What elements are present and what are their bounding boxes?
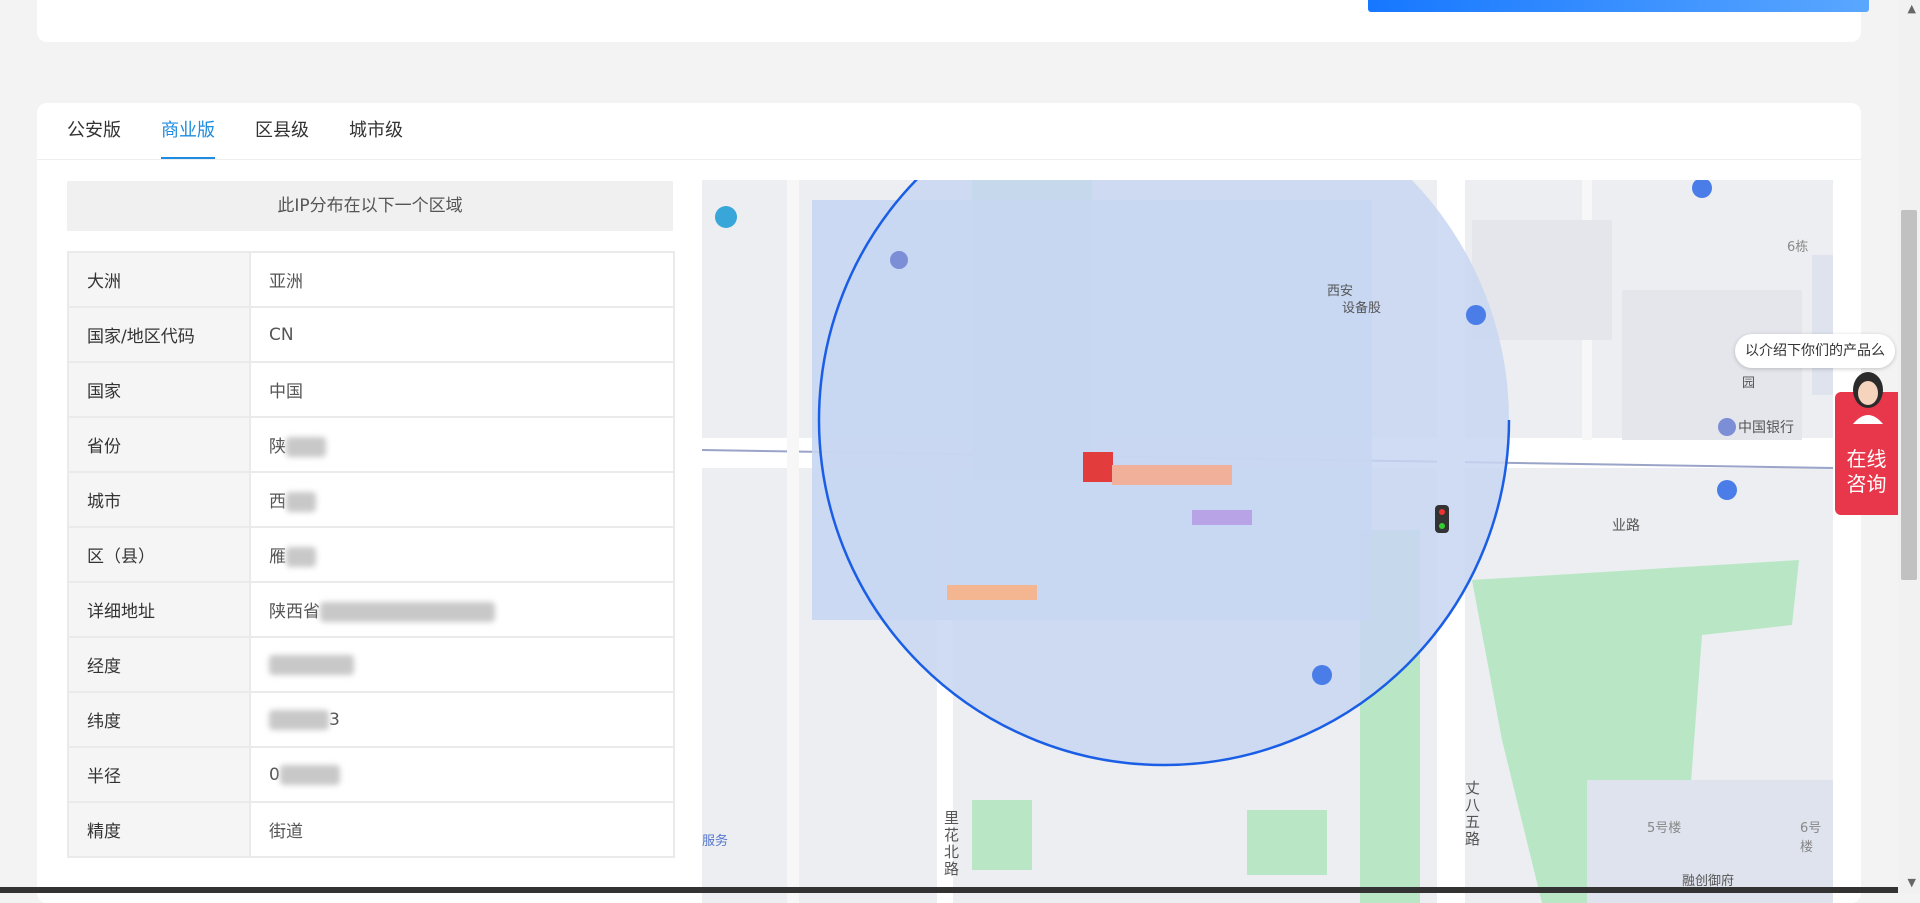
ip-info-table: 大洲 亚洲 国家/地区代码 CN 国家 中国 省份 陕 城市 西 区（县） 雁 …	[67, 251, 675, 858]
row-key: 城市	[67, 471, 251, 528]
redacted-value	[269, 709, 329, 730]
consult-label: 在线 咨询	[1846, 447, 1887, 496]
tab-city[interactable]: 城市级	[349, 103, 403, 159]
row-value: 街道	[249, 801, 675, 858]
table-row: 详细地址 陕西省	[67, 581, 675, 638]
region-heading: 此IP分布在以下一个区域	[67, 181, 673, 231]
result-card: 公安版 商业版 区县级 城市级 此IP分布在以下一个区域 大洲 亚洲 国家/地区…	[37, 103, 1861, 903]
map-canvas	[702, 180, 1833, 903]
tab-district[interactable]: 区县级	[255, 103, 309, 159]
table-row: 大洲 亚洲	[67, 251, 675, 308]
bottom-bar	[0, 887, 1898, 893]
row-value: 雁	[249, 526, 675, 583]
top-card	[37, 0, 1869, 42]
redacted-value	[320, 602, 495, 622]
row-value: 陕	[249, 416, 675, 473]
row-key: 纬度	[67, 691, 251, 748]
table-row: 省份 陕	[67, 416, 675, 473]
table-row: 城市 西	[67, 471, 675, 528]
table-row: 国家/地区代码 CN	[67, 306, 675, 363]
online-consult-button[interactable]: 在线 咨询	[1835, 372, 1898, 515]
top-action-button[interactable]	[1368, 0, 1869, 12]
table-row: 国家 中国	[67, 361, 675, 418]
redacted-value	[279, 764, 340, 785]
row-key: 精度	[67, 801, 251, 858]
map-label-equipment: 设备股	[1342, 301, 1382, 316]
map-label-garden: 园	[1742, 376, 1756, 391]
page-scrollbar[interactable]: ▲ ▼	[1898, 0, 1920, 893]
tab-police[interactable]: 公安版	[67, 103, 121, 159]
map-label-road-south: 丈八五路	[1465, 779, 1481, 848]
row-value: 陕西省	[249, 581, 675, 638]
row-key: 半径	[67, 746, 251, 803]
redacted-value	[286, 547, 316, 567]
location-map[interactable]: 中国银行 业路 丈八五路 里花北路 6栋 5号楼 6号楼 服务 西安 设备股 融…	[702, 180, 1833, 903]
row-key: 经度	[67, 636, 251, 693]
row-value: 中国	[249, 361, 675, 418]
chat-bubble[interactable]: 以介绍下你们的产品么	[1735, 334, 1895, 368]
table-row: 纬度 3	[67, 691, 675, 748]
row-value	[249, 636, 675, 693]
scroll-up-icon[interactable]: ▲	[1908, 2, 1916, 15]
table-row: 经度	[67, 636, 675, 693]
row-key: 省份	[67, 416, 251, 473]
row-value: CN	[249, 306, 675, 363]
map-label-building-6: 6栋	[1787, 240, 1809, 255]
redacted-value	[286, 437, 326, 457]
row-key: 区（县）	[67, 526, 251, 583]
tabs-divider	[37, 159, 1861, 160]
map-label-road-east: 业路	[1612, 518, 1640, 534]
table-row: 半径 0	[67, 746, 675, 803]
map-label-building-5: 5号楼	[1647, 821, 1682, 836]
row-key: 国家/地区代码	[67, 306, 251, 363]
row-value: 西	[249, 471, 675, 528]
map-label-building-6b: 6号楼	[1800, 821, 1822, 855]
row-value: 3	[249, 691, 675, 748]
scroll-thumb[interactable]	[1901, 210, 1917, 580]
row-value: 0	[249, 746, 675, 803]
table-row: 区（县） 雁	[67, 526, 675, 583]
redacted-value	[269, 654, 354, 675]
version-tabs: 公安版 商业版 区县级 城市级	[67, 103, 443, 159]
map-label-bank: 中国银行	[1738, 420, 1794, 436]
redacted-value	[286, 492, 316, 512]
agent-avatar-icon	[1853, 372, 1883, 424]
row-key: 大洲	[67, 251, 251, 308]
row-key: 国家	[67, 361, 251, 418]
table-row: 精度 街道	[67, 801, 675, 858]
map-label-road-north: 里花北路	[944, 809, 960, 878]
tab-commercial[interactable]: 商业版	[161, 103, 215, 159]
map-label-service: 服务	[702, 834, 729, 849]
scroll-down-icon[interactable]: ▼	[1908, 876, 1916, 889]
row-key: 详细地址	[67, 581, 251, 638]
row-value: 亚洲	[249, 251, 675, 308]
